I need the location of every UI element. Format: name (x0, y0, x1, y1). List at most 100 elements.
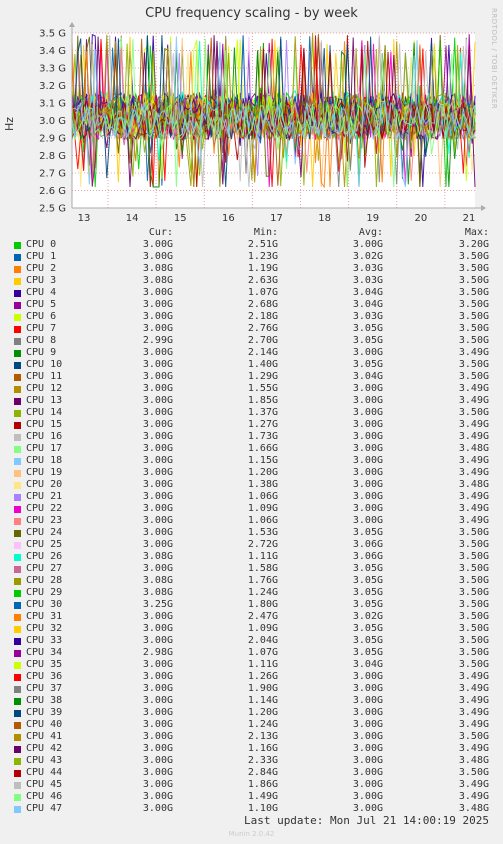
max-value: 3.50G (458, 623, 489, 634)
legend-row: CPU 45 3.00G 1.86G 3.00G 3.49G (0, 779, 503, 791)
min-value: 1.24G (247, 587, 278, 598)
legend-row: CPU 7 3.00G 2.76G 3.05G 3.50G (0, 323, 503, 335)
avg-value: 3.05G (352, 599, 383, 610)
legend-row: CPU 27 3.00G 1.58G 3.05G 3.50G (0, 563, 503, 575)
min-value: 1.11G (247, 551, 278, 562)
cur-value: 3.00G (142, 299, 173, 310)
legend-swatch (14, 650, 21, 657)
legend-row: CPU 44 3.00G 2.84G 3.00G 3.50G (0, 767, 503, 779)
cur-value: 3.00G (142, 791, 173, 802)
legend-label: CPU 36 (26, 671, 63, 682)
min-value: 2.84G (247, 767, 278, 778)
legend-swatch (14, 794, 21, 801)
avg-value: 3.00G (352, 695, 383, 706)
avg-value: 3.00G (352, 683, 383, 694)
legend-row: CPU 26 3.08G 1.11G 3.06G 3.50G (0, 551, 503, 563)
cur-value: 3.00G (142, 671, 173, 682)
legend-swatch (14, 770, 21, 777)
max-value: 3.50G (458, 275, 489, 286)
x-tick-label: 17 (270, 213, 283, 224)
x-tick-label: 19 (366, 213, 379, 224)
cur-value: 3.00G (142, 659, 173, 670)
avg-value: 3.00G (352, 755, 383, 766)
legend-label: CPU 38 (26, 695, 63, 706)
legend-label: CPU 44 (26, 767, 63, 778)
max-value: 3.50G (458, 311, 489, 322)
avg-value: 3.00G (352, 707, 383, 718)
avg-value: 3.04G (352, 299, 383, 310)
legend-row: CPU 40 3.00G 1.24G 3.00G 3.49G (0, 719, 503, 731)
legend-label: CPU 17 (26, 443, 63, 454)
avg-value: 3.00G (352, 443, 383, 454)
legend-label: CPU 21 (26, 491, 63, 502)
legend-label: CPU 32 (26, 623, 63, 634)
legend-label: CPU 26 (26, 551, 63, 562)
cur-value: 3.00G (142, 743, 173, 754)
legend-label: CPU 41 (26, 731, 63, 742)
cur-value: 3.00G (142, 683, 173, 694)
cur-value: 3.00G (142, 527, 173, 538)
min-value: 1.49G (247, 791, 278, 802)
avg-value: 3.00G (352, 491, 383, 502)
avg-value: 3.00G (352, 767, 383, 778)
legend-swatch (14, 530, 21, 537)
legend-row: CPU 18 3.00G 1.15G 3.00G 3.49G (0, 455, 503, 467)
legend-row: CPU 34 2.98G 1.07G 3.05G 3.50G (0, 647, 503, 659)
legend-swatch (14, 314, 21, 321)
cur-value: 3.08G (142, 575, 173, 586)
legend-row: CPU 13 3.00G 1.85G 3.00G 3.49G (0, 395, 503, 407)
legend-label: CPU 27 (26, 563, 63, 574)
legend-swatch (14, 434, 21, 441)
cur-value: 3.08G (142, 275, 173, 286)
legend-swatch (14, 758, 21, 765)
legend-row: CPU 25 3.00G 2.72G 3.06G 3.50G (0, 539, 503, 551)
cur-value: 3.00G (142, 311, 173, 322)
legend-row: CPU 29 3.08G 1.24G 3.05G 3.50G (0, 587, 503, 599)
x-tick-label: 21 (463, 213, 476, 224)
cur-value: 3.00G (142, 539, 173, 550)
min-value: 1.58G (247, 563, 278, 574)
legend: Cur: Min: Avg: Max: CPU 0 3.00G 2.51G 3.00G… (0, 227, 503, 815)
avg-value: 3.00G (352, 779, 383, 790)
avg-value: 3.05G (352, 335, 383, 346)
min-value: 1.14G (247, 695, 278, 706)
legend-row: CPU 1 3.00G 1.23G 3.02G 3.50G (0, 251, 503, 263)
min-value: 1.15G (247, 455, 278, 466)
max-value: 3.50G (458, 299, 489, 310)
legend-label: CPU 25 (26, 539, 63, 550)
min-value: 1.29G (247, 371, 278, 382)
legend-label: CPU 3 (26, 275, 57, 286)
y-tick-label: 2.7 G (39, 169, 66, 180)
avg-value: 3.00G (352, 467, 383, 478)
legend-label: CPU 0 (26, 239, 57, 250)
y-tick-label: 2.8 G (39, 151, 66, 162)
max-value: 3.50G (458, 251, 489, 262)
cur-value: 3.00G (142, 323, 173, 334)
legend-label: CPU 34 (26, 647, 63, 658)
legend-row: CPU 4 3.00G 1.07G 3.04G 3.50G (0, 287, 503, 299)
y-tick-label: 2.9 G (39, 134, 66, 145)
legend-label: CPU 47 (26, 803, 63, 814)
legend-swatch (14, 518, 21, 525)
avg-value: 3.03G (352, 275, 383, 286)
legend-row: CPU 28 3.08G 1.76G 3.05G 3.50G (0, 575, 503, 587)
max-value: 3.49G (458, 671, 489, 682)
max-value: 3.49G (458, 695, 489, 706)
max-value: 3.50G (458, 359, 489, 370)
min-value: 1.26G (247, 671, 278, 682)
cur-value: 3.00G (142, 755, 173, 766)
x-axis-arrow (481, 205, 486, 211)
avg-value: 3.00G (352, 719, 383, 730)
legend-label: CPU 30 (26, 599, 63, 610)
legend-swatch (14, 566, 21, 573)
avg-value: 3.05G (352, 527, 383, 538)
max-value: 3.50G (458, 767, 489, 778)
cur-value: 3.00G (142, 779, 173, 790)
avg-value: 3.00G (352, 503, 383, 514)
max-value: 3.50G (458, 731, 489, 742)
x-tick-label: 16 (222, 213, 235, 224)
y-tick-label: 3.1 G (39, 99, 66, 110)
cur-value: 3.00G (142, 635, 173, 646)
legend-label: CPU 11 (26, 371, 63, 382)
legend-swatch (14, 410, 21, 417)
